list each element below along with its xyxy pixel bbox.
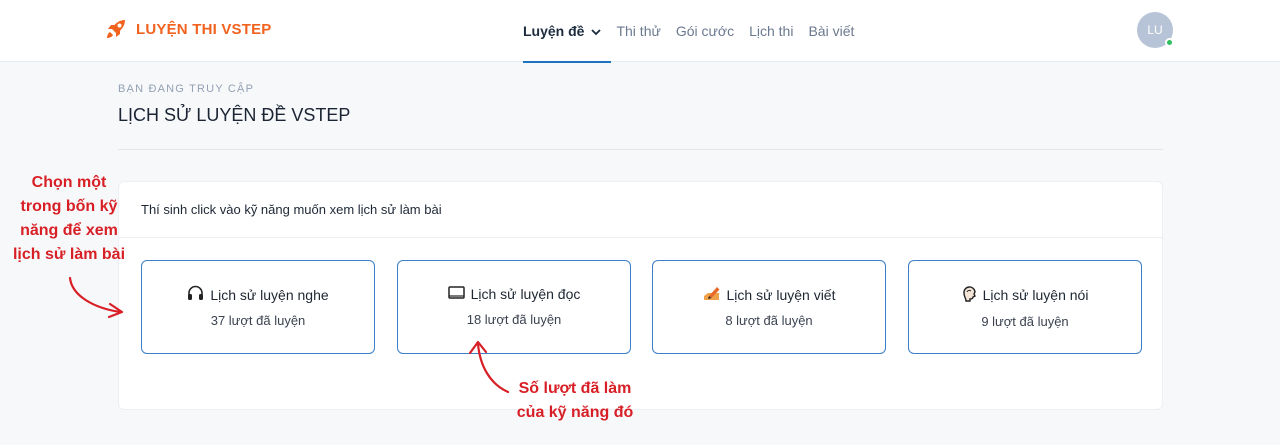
avatar[interactable]: LU <box>1137 12 1174 48</box>
skill-title: Lịch sử luyện đọc <box>470 286 581 302</box>
online-status-dot <box>1165 38 1174 47</box>
annotation-arrow-left <box>68 276 124 319</box>
annotation-line: Số lượt đã làm <box>518 380 632 397</box>
nav-item-label: Thi thử <box>616 23 661 39</box>
speaking-head-icon <box>962 285 977 305</box>
skill-title: Lịch sử luyện nghe <box>210 286 329 303</box>
nav-item-goi-cuoc[interactable]: Gói cước <box>676 0 734 62</box>
skill-title: Lịch sử luyện viết <box>726 286 836 303</box>
rocket-icon <box>104 17 128 41</box>
avatar-initials: LU <box>1147 23 1163 37</box>
skill-card-listening[interactable]: Lịch sử luyện nghe 37 lượt đã luyện <box>141 260 375 354</box>
annotation-line: lịch sử làm bài <box>12 246 126 263</box>
skill-count: 9 lượt đã luyện <box>981 314 1069 329</box>
book-icon <box>447 285 465 303</box>
skill-card-writing[interactable]: Lịch sử luyện viết 8 lượt đã luyện <box>652 260 886 354</box>
nav-item-label: Luyện đề <box>523 23 585 39</box>
skills-card: Thí sinh click vào kỹ năng muốn xem lịch… <box>118 181 1163 410</box>
main-nav: Luyện đề Thi thử Gói cước Lịch thi Bài v… <box>523 0 869 63</box>
skill-count: 37 lượt đã luyện <box>210 313 306 328</box>
skill-count: 8 lượt đã luyện <box>725 313 813 328</box>
chevron-down-icon <box>591 23 602 39</box>
top-navbar: LUYỆN THI VSTEP Luyện đề Thi thử Gói cướ… <box>0 0 1280 63</box>
nav-item-label: Bài viết <box>808 23 855 39</box>
annotation-line: Chọn một <box>31 174 107 191</box>
nav-item-luyen-de[interactable]: Luyện đề <box>523 0 613 63</box>
nav-item-label: Gói cước <box>675 23 735 39</box>
annotation-line: của kỹ năng đó <box>516 404 634 421</box>
breadcrumb-eyebrow: BẠN ĐANG TRUY CẬP <box>118 83 255 95</box>
page-title: LỊCH SỬ LUYỆN ĐỀ VSTEP <box>118 105 351 125</box>
nav-item-thi-thu[interactable]: Thi thử <box>616 0 660 62</box>
divider <box>118 149 1163 150</box>
nav-item-label: Lịch thi <box>749 23 794 39</box>
card-instruction: Thí sinh click vào kỹ năng muốn xem lịch… <box>119 182 1162 238</box>
pencil-icon <box>703 285 721 304</box>
nav-item-bai-viet[interactable]: Bài viết <box>808 0 854 62</box>
skill-count: 18 lượt đã luyện <box>466 312 562 327</box>
skill-card-speaking[interactable]: Lịch sử luyện nói 9 lượt đã luyện <box>908 260 1142 354</box>
annotation-line: trong bốn kỹ <box>20 198 118 215</box>
annotation-line: năng để xem <box>20 222 118 239</box>
annotation-count-note: Số lượt đã làm của kỹ năng đó <box>500 377 650 425</box>
logo-text: LUYỆN THI VSTEP <box>136 20 272 38</box>
headphones-icon <box>187 285 204 304</box>
logo[interactable]: LUYỆN THI VSTEP <box>104 17 272 41</box>
skill-title: Lịch sử luyện nói <box>982 287 1089 303</box>
nav-item-lich-thi[interactable]: Lịch thi <box>749 0 793 62</box>
annotation-choose-skill: Chọn một trong bốn kỹ năng để xem lịch s… <box>2 171 136 267</box>
